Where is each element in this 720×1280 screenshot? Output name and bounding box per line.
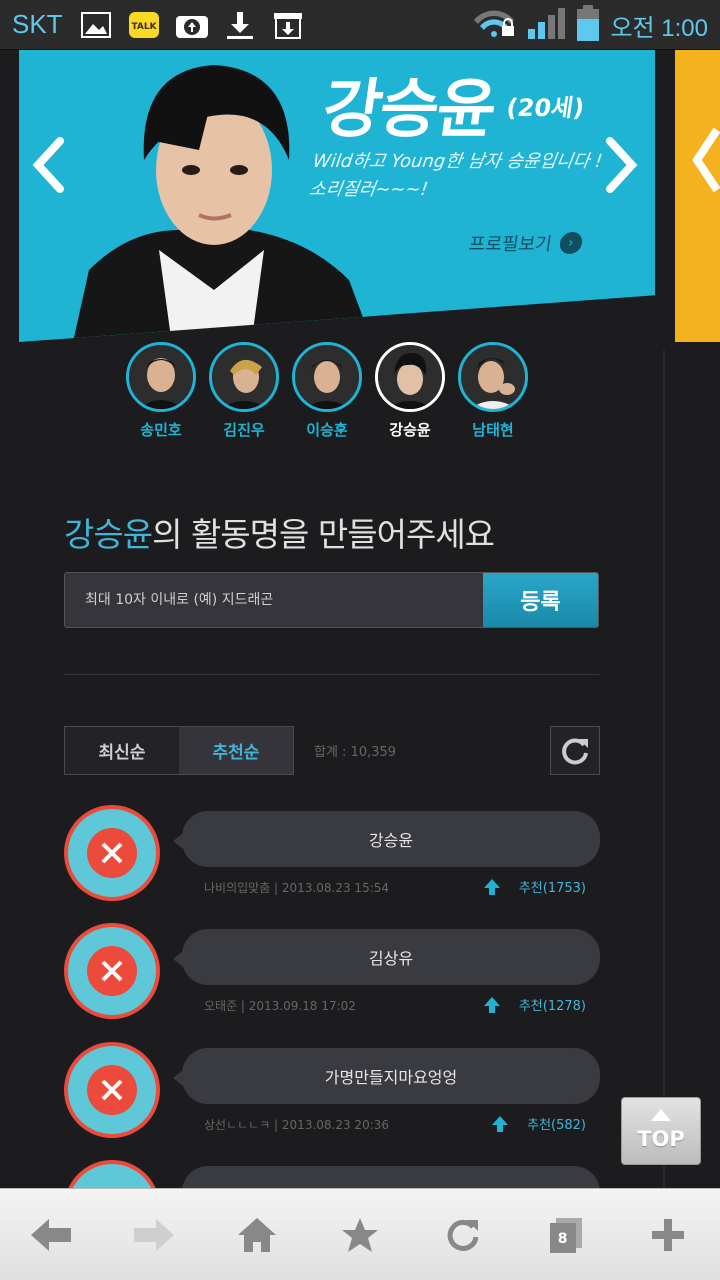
profile-link[interactable]: 프로필보기 › xyxy=(467,230,584,256)
arrow-left-icon xyxy=(31,1218,72,1251)
svg-text:TALK: TALK xyxy=(131,22,157,32)
title-member-name: 강승윤 xyxy=(64,515,153,554)
upload-icon xyxy=(175,10,209,40)
avatar xyxy=(126,342,196,412)
recommend-button[interactable]: 추천(1278) xyxy=(483,995,586,1014)
post-meta: 나비의입맞춤 | 2013.08.23 15:54 xyxy=(204,881,390,895)
wifi-lock-icon xyxy=(472,8,516,42)
member-item[interactable]: 송민호 xyxy=(126,342,196,440)
forward-button[interactable] xyxy=(124,1205,184,1265)
star-icon xyxy=(341,1217,378,1252)
arrow-right-icon xyxy=(134,1218,175,1251)
member-name: 김진우 xyxy=(223,421,265,439)
caret-up-icon xyxy=(651,1109,671,1121)
page-title: 강승윤의 활동명을 만들어주세요 xyxy=(64,508,495,556)
avatar xyxy=(64,1042,160,1138)
kakaotalk-icon: TALK xyxy=(127,10,161,40)
recommend-count: 추천(582) xyxy=(527,1118,586,1133)
member-name: 남태현 xyxy=(472,421,514,439)
tab-recommended[interactable]: 추천순 xyxy=(179,727,293,774)
list-item: 강승윤 나비의입맞춤 | 2013.08.23 15:54 추천(1753) xyxy=(64,805,600,915)
nickname-bubble: 강승윤 xyxy=(173,811,600,867)
post-meta: 상선ㄴㄴㄴㅋ | 2013.08.23 20:36 xyxy=(204,1118,390,1132)
carrier-label: SKT xyxy=(12,9,63,39)
download-box-icon xyxy=(271,10,305,40)
back-button[interactable] xyxy=(21,1205,81,1265)
status-bar: SKT TALK 오전 1:00 xyxy=(0,0,720,50)
member-carousel[interactable]: 강승윤 (20세) Wild하고 Young한 남자 승윤입니다 ! 소리질러~… xyxy=(0,50,720,350)
banner-member-name: 강승윤 xyxy=(317,73,499,147)
member-item[interactable]: 강승윤 xyxy=(375,342,445,440)
battery-icon xyxy=(576,5,600,45)
list-item: 가명만들지마요엉엉 상선ㄴㄴㄴㅋ | 2013.08.23 20:36 추천(5… xyxy=(64,1042,600,1152)
tab-latest[interactable]: 최신순 xyxy=(65,727,179,774)
total-count: 합계 : 10,359 xyxy=(314,745,397,760)
member-list: 송민호 김진우 이승훈 강승윤 남태현 xyxy=(126,342,528,440)
chevron-right-icon: › xyxy=(558,232,584,254)
banner-description: Wild하고 Young한 남자 승윤입니다 ! 소리질러~~~! xyxy=(307,148,615,204)
list-item: 김상유 오태준 | 2013.09.18 17:02 추천(1278) xyxy=(64,923,600,1033)
next-banner-peek[interactable] xyxy=(675,50,720,342)
profile-link-label: 프로필보기 xyxy=(467,234,554,255)
divider xyxy=(64,674,599,675)
nickname-form: 등록 xyxy=(64,572,599,628)
avatar xyxy=(458,342,528,412)
recommend-count: 추천(1753) xyxy=(518,881,586,896)
avatar xyxy=(64,923,160,1019)
title-text: 의 활동명을 만들어주세요 xyxy=(152,515,495,554)
sort-tabs: 최신순 추천순 xyxy=(64,726,294,775)
new-tab-button[interactable] xyxy=(638,1205,698,1265)
tab-count: 8 xyxy=(557,1230,568,1247)
scroll-top-button[interactable]: TOP xyxy=(621,1097,701,1165)
guitar-icon xyxy=(87,828,137,878)
member-banner[interactable]: 강승윤 (20세) Wild하고 Young한 남자 승윤입니다 ! 소리질러~… xyxy=(19,50,655,342)
top-label: TOP xyxy=(637,1127,685,1151)
plus-icon xyxy=(652,1218,685,1251)
reload-button[interactable] xyxy=(433,1205,493,1265)
recommend-button[interactable]: 추천(582) xyxy=(491,1114,586,1133)
nickname-input[interactable] xyxy=(65,573,483,627)
clock: 오전 1:00 xyxy=(610,14,708,42)
refresh-icon xyxy=(562,737,588,764)
home-button[interactable] xyxy=(227,1205,287,1265)
avatar xyxy=(375,342,445,412)
post-meta: 오태준 | 2013.09.18 17:02 xyxy=(204,999,356,1013)
nickname-bubble: 김상유 xyxy=(173,929,600,985)
signal-icon xyxy=(526,7,566,43)
arrow-up-icon xyxy=(492,1115,509,1132)
chevron-left-icon[interactable] xyxy=(30,135,70,195)
refresh-button[interactable] xyxy=(550,726,600,775)
submit-button[interactable]: 등록 xyxy=(483,573,598,627)
recommend-count: 추천(1278) xyxy=(518,999,586,1014)
banner-desc-line: Wild하고 Young한 남자 승윤입니다 ! xyxy=(311,151,604,172)
member-item[interactable]: 김진우 xyxy=(209,342,279,440)
browser-toolbar: 8 xyxy=(0,1188,720,1280)
recommend-button[interactable]: 추천(1753) xyxy=(483,877,586,896)
banner-desc-line: 소리질러~~~! xyxy=(307,179,430,200)
arrow-up-icon xyxy=(483,878,500,895)
guitar-icon xyxy=(87,1065,137,1115)
chevron-right-icon[interactable] xyxy=(600,135,640,195)
chevron-left-icon xyxy=(692,127,720,193)
avatar xyxy=(209,342,279,412)
column-divider xyxy=(663,350,665,1190)
tabs-button[interactable]: 8 xyxy=(536,1205,596,1265)
download-icon xyxy=(223,10,257,40)
member-item[interactable]: 남태현 xyxy=(458,342,528,440)
member-name: 송민호 xyxy=(140,421,182,439)
nickname-bubble: 가명만들지마요엉엉 xyxy=(173,1048,600,1104)
member-name: 강승윤 xyxy=(389,421,431,439)
arrow-up-icon xyxy=(483,996,500,1013)
banner-member-age: (20세) xyxy=(504,94,587,122)
member-item[interactable]: 이승훈 xyxy=(292,342,362,440)
guitar-icon xyxy=(87,946,137,996)
gallery-icon xyxy=(79,10,113,40)
avatar xyxy=(64,805,160,901)
avatar xyxy=(292,342,362,412)
home-icon xyxy=(238,1217,277,1252)
refresh-icon xyxy=(447,1219,479,1251)
member-name: 이승훈 xyxy=(306,421,348,439)
bookmark-button[interactable] xyxy=(330,1205,390,1265)
